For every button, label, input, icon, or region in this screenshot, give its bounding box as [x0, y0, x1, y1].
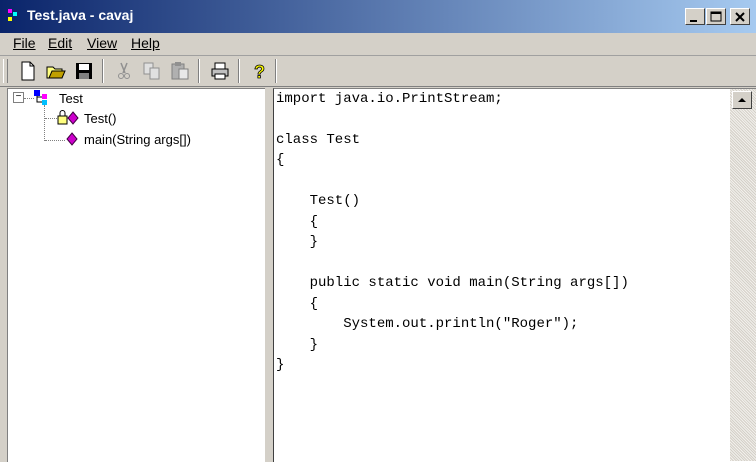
minimize-button[interactable]	[685, 8, 705, 25]
code-line: }	[276, 234, 319, 250]
cavaj-app-icon	[8, 9, 20, 23]
toolbar-separator	[198, 59, 200, 83]
toolbar-separator	[275, 59, 277, 83]
open-button[interactable]	[44, 59, 68, 83]
cut-button[interactable]	[112, 59, 136, 83]
toolbar-separator	[238, 59, 240, 83]
code-line: System.out.println("Roger");	[276, 316, 579, 332]
save-button[interactable]	[72, 59, 96, 83]
menu-edit[interactable]: Edit	[46, 35, 74, 51]
code-line: Test()	[276, 193, 361, 209]
method-icon	[66, 132, 78, 146]
code-line: import java.io.PrintStream;	[276, 91, 503, 107]
toolbar-grip[interactable]	[3, 59, 8, 83]
code-line: {	[276, 214, 319, 230]
tree-item-constructor[interactable]: Test()	[84, 111, 117, 126]
close-button[interactable]	[730, 8, 750, 25]
save-icon	[76, 63, 92, 79]
toolbar: ?	[0, 56, 756, 87]
code-line: {	[276, 152, 285, 168]
tree-item-main[interactable]: main(String args[])	[84, 132, 191, 147]
scroll-up-button[interactable]	[732, 91, 752, 109]
collapse-icon[interactable]: −	[13, 92, 24, 103]
toolbar-separator	[102, 59, 104, 83]
new-file-icon	[21, 61, 35, 81]
tree-root-test[interactable]: Test	[59, 91, 83, 106]
copy-button[interactable]	[140, 59, 164, 83]
code-line: {	[276, 296, 319, 312]
open-folder-icon	[46, 66, 66, 79]
help-button[interactable]: ?	[248, 59, 272, 83]
menu-file[interactable]: File	[11, 35, 38, 51]
print-icon	[211, 62, 229, 80]
window-title: Test.java - cavaj	[27, 7, 134, 23]
title-bar: Test.java - cavaj	[0, 0, 756, 33]
help-icon: ?	[254, 62, 266, 81]
paste-button[interactable]	[168, 59, 192, 83]
code-line: class Test	[276, 132, 361, 148]
code-line: }	[276, 337, 319, 353]
arrow-up-icon	[738, 98, 746, 102]
print-button[interactable]	[208, 59, 232, 83]
source-code-pane[interactable]: import java.io.PrintStream; class Test {…	[273, 88, 756, 462]
cut-icon	[118, 62, 130, 79]
copy-icon	[143, 62, 160, 80]
svg-text:?: ?	[254, 62, 265, 81]
menu-bar: File Edit View Help	[0, 33, 756, 56]
constructor-lock-icon	[57, 110, 79, 125]
vertical-scrollbar[interactable]	[730, 89, 756, 461]
new-file-button[interactable]	[16, 59, 40, 83]
code-line: public static void main(String args[])	[276, 275, 629, 291]
menu-view[interactable]: View	[85, 35, 119, 51]
maximize-button[interactable]	[706, 8, 726, 25]
pane-splitter[interactable]	[265, 88, 273, 462]
code-line: }	[276, 357, 285, 373]
class-tree-pane[interactable]: − Test Test() main(String args[])	[7, 88, 265, 462]
menu-help[interactable]: Help	[129, 35, 162, 51]
paste-icon	[171, 62, 189, 80]
class-icon	[34, 90, 47, 105]
